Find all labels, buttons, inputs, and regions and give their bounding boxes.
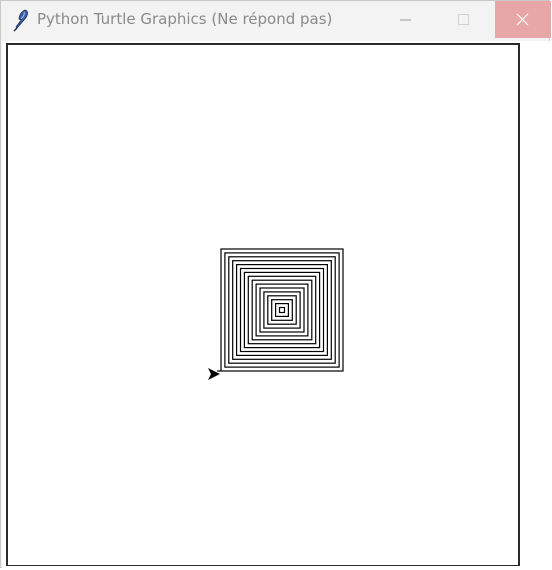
spiral-ring (251, 279, 313, 341)
close-button[interactable] (495, 1, 551, 38)
feather-icon (10, 8, 32, 32)
spiral-ring (239, 267, 325, 353)
turtle-window: Python Turtle Graphics (Ne répond pas) (0, 0, 551, 568)
spiral-ring (278, 306, 286, 314)
spiral-ring (220, 248, 344, 372)
client-area (2, 41, 550, 568)
spiral-ring (224, 252, 340, 368)
turtle-canvas[interactable] (6, 43, 520, 567)
turtle-arrow-icon (208, 368, 220, 380)
spiral-ring (271, 299, 293, 321)
minimize-button[interactable] (382, 1, 428, 38)
title-bar[interactable]: Python Turtle Graphics (Ne répond pas) (1, 1, 551, 39)
spiral-ring (236, 264, 329, 357)
spiral-drawing (208, 248, 344, 380)
window-title: Python Turtle Graphics (Ne répond pas) (37, 10, 333, 28)
spiral-ring (275, 303, 290, 318)
vertical-scrollbar[interactable] (522, 41, 550, 568)
minimize-icon (400, 19, 411, 21)
close-icon (516, 13, 529, 26)
maximize-icon (458, 14, 469, 25)
horizontal-scrollbar[interactable] (2, 566, 550, 568)
spiral-ring (232, 260, 332, 360)
spiral-ring (247, 275, 317, 345)
maximize-button[interactable] (440, 1, 486, 38)
spiral-ring (259, 287, 305, 333)
spiral-ring (263, 291, 301, 329)
